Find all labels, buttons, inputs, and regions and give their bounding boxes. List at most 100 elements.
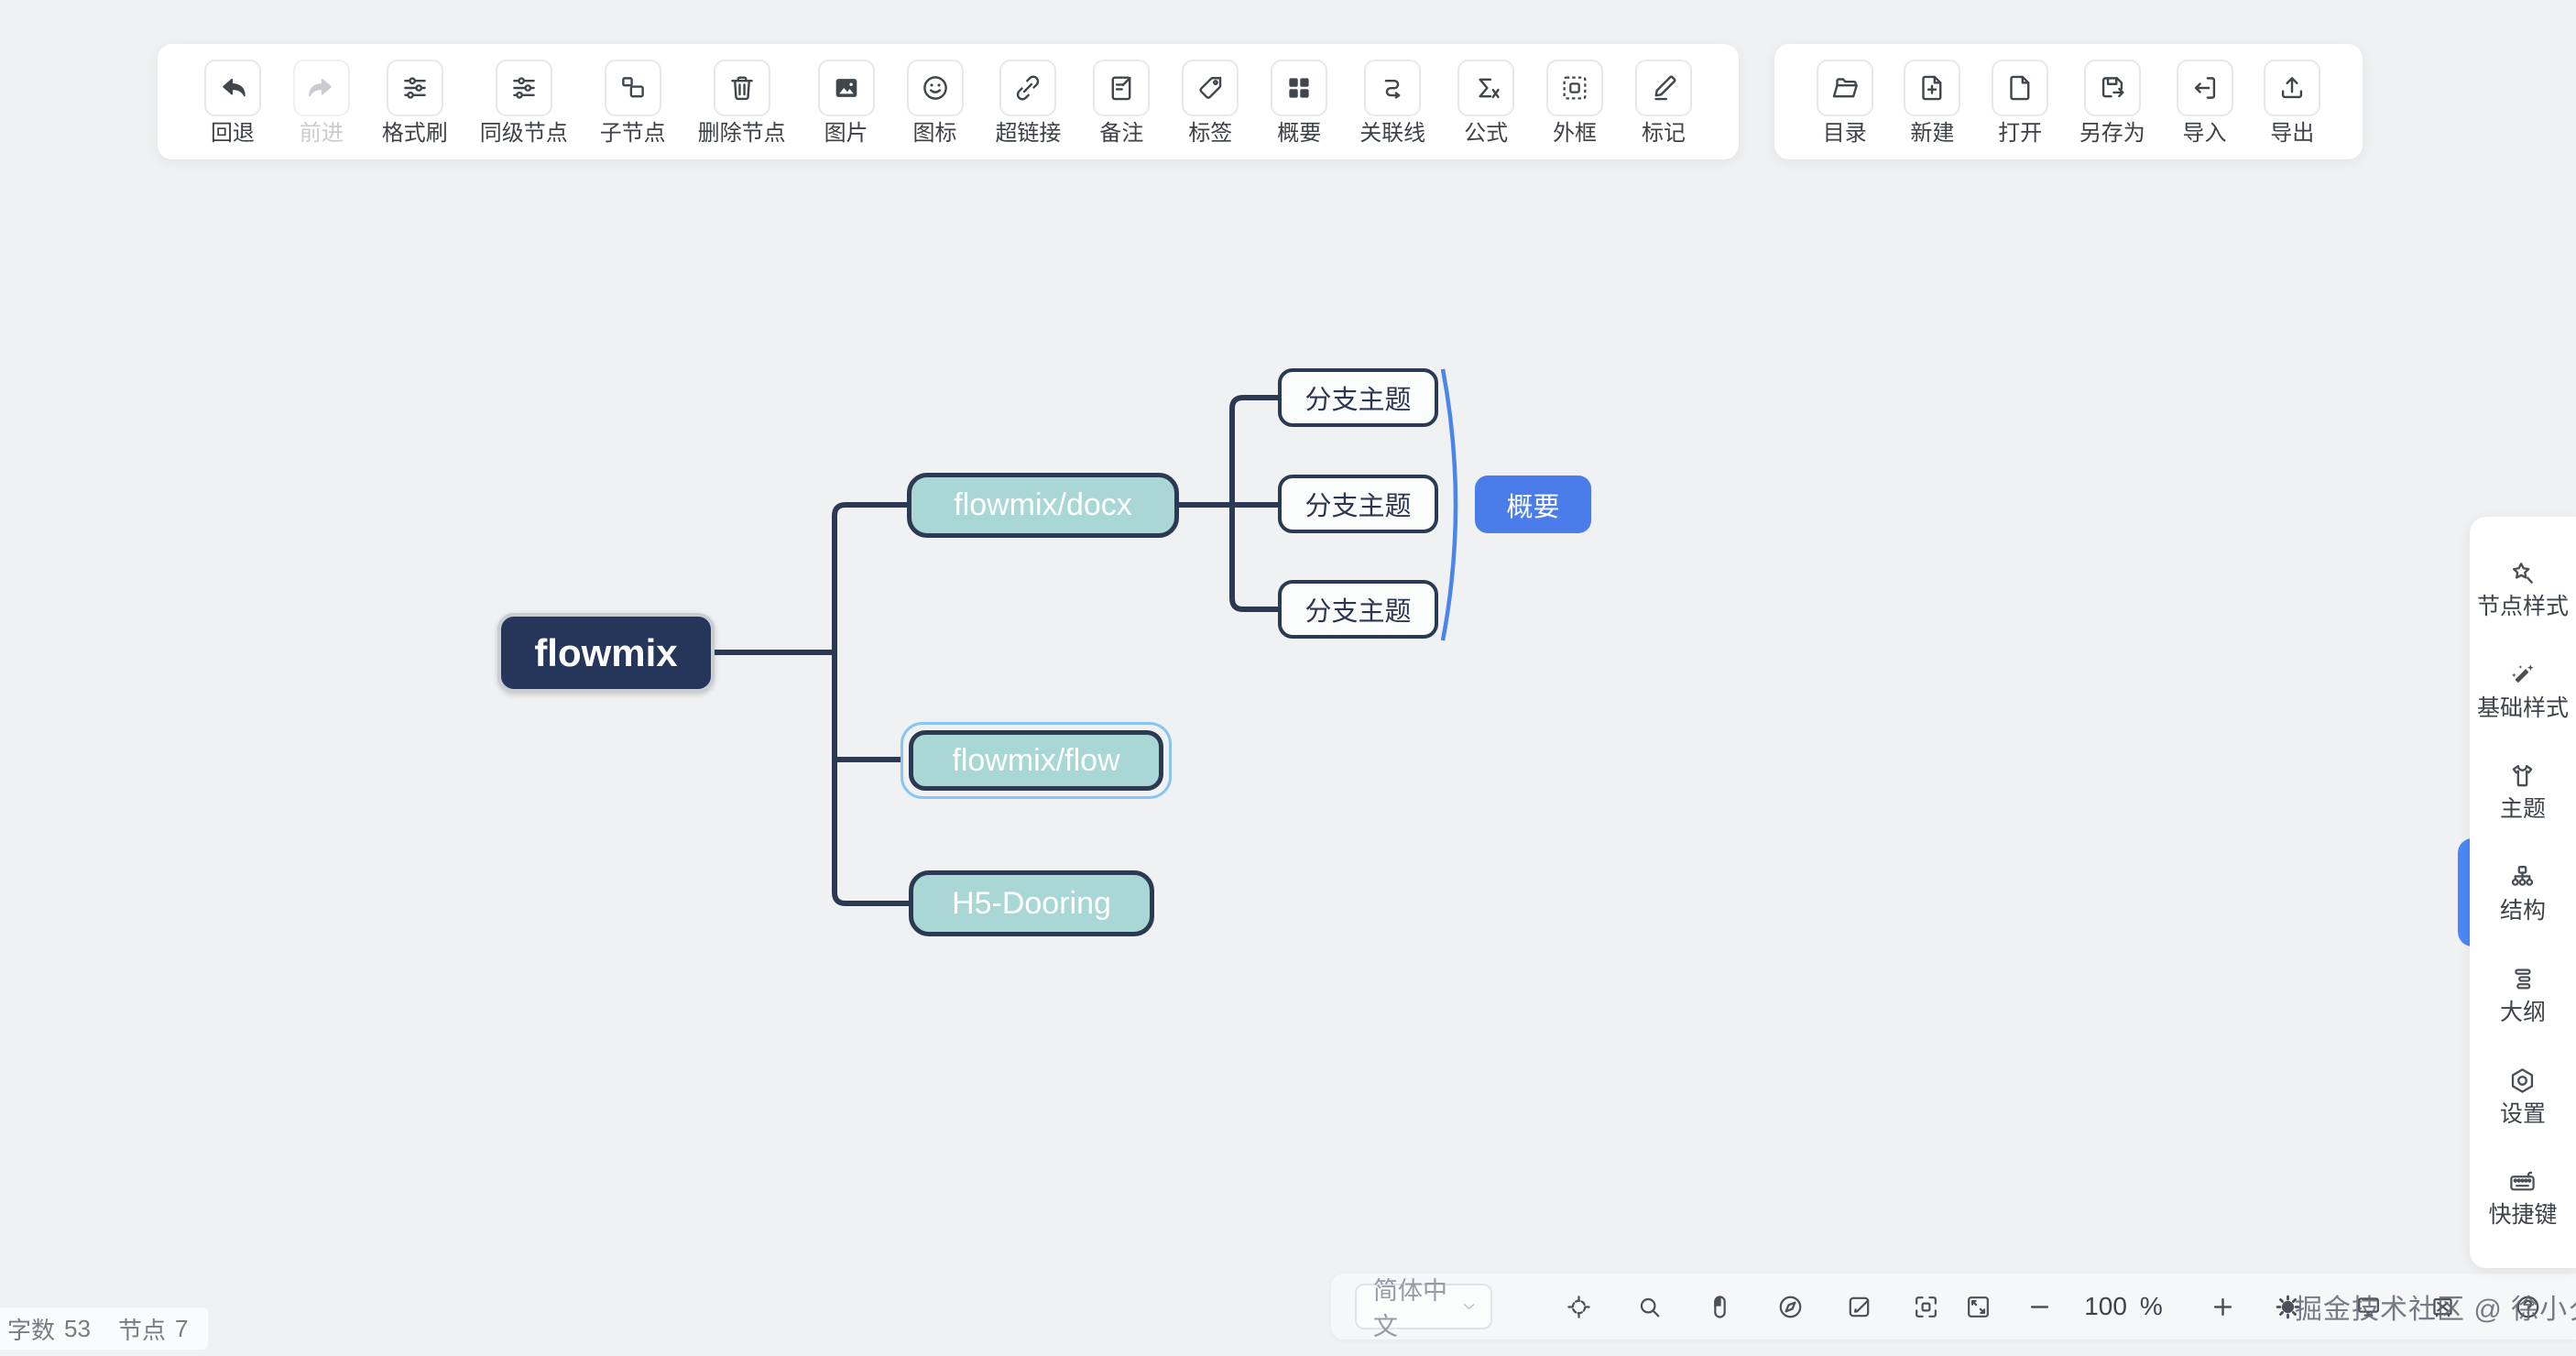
- compass-button[interactable]: [1770, 1285, 1810, 1328]
- delete-node-button[interactable]: 删除节点: [698, 60, 786, 145]
- storage-button[interactable]: [2422, 1285, 2462, 1328]
- sun-icon: [2274, 1293, 2302, 1321]
- sidebar-item-node-style[interactable]: 节点样式: [2477, 558, 2569, 618]
- mindmap-node-branch-3[interactable]: 分支主题: [1278, 580, 1438, 639]
- relation-line-button[interactable]: 关联线: [1359, 60, 1425, 145]
- help-button[interactable]: [2507, 1285, 2548, 1328]
- language-value: 简体中文: [1373, 1271, 1460, 1342]
- undo-button[interactable]: 回退: [204, 60, 261, 145]
- mouse-mode-button[interactable]: [1699, 1285, 1740, 1328]
- node-style-icon: [2507, 558, 2538, 588]
- mindmap-node-flow-selected[interactable]: flowmix/flow: [909, 730, 1163, 791]
- grid-icon: [1283, 72, 1315, 104]
- formula-icon: [1470, 72, 1501, 104]
- sliders-icon: [508, 72, 540, 104]
- main-toolbar: 回退 前进 格式刷 同级节点 子节点 删除节点 图片 图标 超链接 备注 标签: [158, 44, 1739, 159]
- language-select[interactable]: 简体中文: [1355, 1284, 1492, 1329]
- mouse-icon: [1706, 1293, 1734, 1321]
- sidebar-item-settings[interactable]: 设置: [2500, 1066, 2546, 1126]
- save-as-button[interactable]: 另存为: [2079, 60, 2145, 145]
- import-icon: [2189, 72, 2221, 104]
- fullscreen-button[interactable]: [1905, 1285, 1946, 1328]
- search-button[interactable]: [1629, 1285, 1669, 1328]
- note-button[interactable]: 备注: [1093, 60, 1150, 145]
- hyperlink-button[interactable]: 超链接: [995, 60, 1061, 145]
- mindmap-node-branch-1[interactable]: 分支主题: [1278, 368, 1438, 427]
- mindmap-node-summary[interactable]: 概要: [1475, 476, 1591, 533]
- tag-icon: [1195, 72, 1226, 104]
- mindmap-node-root[interactable]: flowmix: [497, 613, 715, 693]
- search-icon: [1635, 1293, 1664, 1321]
- zoom-out-button[interactable]: [2019, 1285, 2059, 1328]
- sliders-icon: [399, 72, 431, 104]
- tag-button[interactable]: 标签: [1182, 60, 1239, 145]
- word-count-value: 53: [64, 1315, 91, 1343]
- compass-icon: [1776, 1293, 1805, 1321]
- outer-frame-icon: [1559, 72, 1590, 104]
- child-node-button[interactable]: 子节点: [600, 60, 666, 145]
- structure-icon: [2507, 862, 2538, 892]
- fit-screen-button[interactable]: [1958, 1285, 1998, 1328]
- question-mark-icon: [2514, 1293, 2542, 1321]
- formula-button[interactable]: 公式: [1457, 60, 1514, 145]
- word-count-label: 字数: [7, 1312, 55, 1346]
- sibling-node-button[interactable]: 同级节点: [480, 60, 568, 145]
- zoom-in-button[interactable]: [2202, 1285, 2243, 1328]
- locate-button[interactable]: [1558, 1285, 1599, 1328]
- selection-ring: flowmix/flow: [901, 722, 1172, 799]
- settings-icon: [2507, 1066, 2538, 1096]
- connector-lines: [0, 0, 2576, 1356]
- brightness-button[interactable]: [2267, 1285, 2308, 1328]
- outline-list-icon: [2507, 964, 2538, 994]
- redo-button[interactable]: 前进: [293, 60, 350, 145]
- sidebar-item-theme[interactable]: 主题: [2500, 760, 2546, 821]
- sidebar-item-shortcuts[interactable]: 快捷键: [2488, 1166, 2557, 1227]
- open-file-button[interactable]: 打开: [1992, 60, 2048, 145]
- right-sidebar: 节点样式 基础样式 主题 结构 大纲 设置 快捷键: [2470, 517, 2576, 1268]
- sidebar-item-outline[interactable]: 大纲: [2500, 964, 2546, 1024]
- child-node-icon: [617, 72, 649, 104]
- presentation-button[interactable]: [2348, 1285, 2388, 1328]
- mindmap-node-docx[interactable]: flowmix/docx: [907, 473, 1179, 538]
- sidebar-item-structure[interactable]: 结构: [2500, 862, 2546, 923]
- file-icon: [2004, 72, 2036, 104]
- file-plus-icon: [1916, 72, 1948, 104]
- fit-screen-icon: [1964, 1293, 1992, 1321]
- tshirt-icon: [2507, 760, 2538, 791]
- zoom-unit: %: [2140, 1292, 2163, 1321]
- save-as-icon: [2097, 72, 2128, 104]
- zoom-level: 100 %: [2064, 1284, 2183, 1329]
- zoom-value: 100: [2084, 1292, 2127, 1321]
- trash-icon: [726, 72, 758, 104]
- relation-line-icon: [1377, 72, 1408, 104]
- redo-icon: [306, 72, 337, 104]
- fullscreen-icon: [1912, 1293, 1940, 1321]
- sidebar-item-basic-style[interactable]: 基础样式: [2477, 660, 2569, 720]
- mindmap-node-branch-2[interactable]: 分支主题: [1278, 475, 1438, 533]
- format-painter-button[interactable]: 格式刷: [382, 60, 448, 145]
- edit-mode-button[interactable]: [1839, 1285, 1879, 1328]
- undo-icon: [217, 72, 248, 104]
- mindmap-node-h5dooring[interactable]: H5-Dooring: [909, 870, 1154, 936]
- node-count-label: 节点: [118, 1312, 166, 1346]
- minus-icon: [2025, 1293, 2054, 1321]
- summary-button[interactable]: 概要: [1271, 60, 1327, 145]
- keyboard-icon: [2507, 1166, 2538, 1197]
- directory-button[interactable]: 目录: [1817, 60, 1873, 145]
- node-count-value: 7: [175, 1315, 188, 1343]
- chevron-down-icon: [1460, 1296, 1478, 1317]
- mark-button[interactable]: 标记: [1635, 60, 1692, 145]
- bottom-control-bar: 简体中文 100 %: [1331, 1274, 2576, 1340]
- outer-frame-button[interactable]: 外框: [1546, 60, 1603, 145]
- export-button[interactable]: 导出: [2264, 60, 2320, 145]
- mindmap-canvas[interactable]: flowmix flowmix/docx flowmix/flow H5-Doo…: [0, 0, 2576, 1356]
- import-button[interactable]: 导入: [2177, 60, 2233, 145]
- smiley-icon: [920, 72, 951, 104]
- crosshair-icon: [1565, 1293, 1593, 1321]
- image-button[interactable]: 图片: [818, 60, 875, 145]
- new-file-button[interactable]: 新建: [1904, 60, 1960, 145]
- icon-button[interactable]: 图标: [907, 60, 964, 145]
- box-x-icon: [2429, 1293, 2457, 1321]
- magic-wand-icon: [2507, 660, 2538, 690]
- edit-icon: [1845, 1293, 1873, 1321]
